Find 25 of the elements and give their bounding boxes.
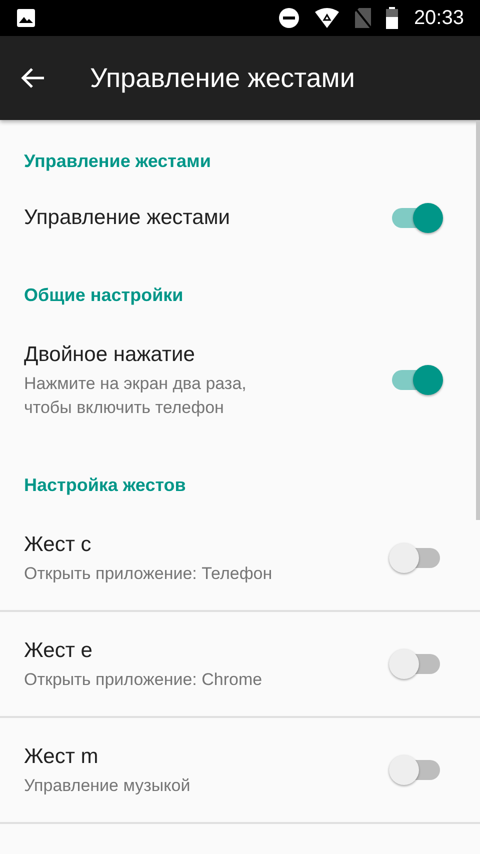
setting-title: Жест m: [24, 744, 100, 770]
no-sim-icon: [354, 7, 372, 29]
setting-title: Двойное нажатие: [24, 342, 196, 368]
screen-title: Управление жестами: [90, 62, 355, 94]
setting-summary: Управление музыкой: [24, 775, 192, 797]
section-header: Общие настройки: [23, 284, 184, 307]
status-time: 20:33: [414, 6, 464, 30]
do-not-disturb-icon: [278, 7, 300, 29]
setting-title: Управление жестами: [24, 205, 232, 231]
setting-row[interactable]: Управление жестами: [0, 182, 480, 254]
battery-icon: [386, 7, 398, 29]
setting-row[interactable]: Жест m Управление музыкой: [0, 718, 480, 824]
setting-row[interactable]: Жест c Открыть приложение: Телефон: [0, 506, 480, 612]
setting-summary: Открыть приложение: Телефон: [24, 563, 274, 585]
image-icon: [16, 8, 36, 28]
setting-summary: Открыть приложение: Chrome: [24, 669, 264, 691]
setting-row[interactable]: Двойное нажатие Нажмите на экран два раза, чтобы включить телефон: [0, 316, 480, 444]
setting-row[interactable]: Жест e Открыть приложение: Chrome: [0, 612, 480, 718]
setting-title: Жест c: [24, 532, 92, 558]
back-arrow-icon[interactable]: [20, 66, 46, 90]
section-header: Управление жестами: [23, 150, 212, 173]
wifi-icon: [314, 7, 340, 29]
section-header: Настройка жестов: [23, 474, 187, 497]
setting-title: Жест e: [24, 638, 94, 664]
setting-summary: Нажмите на экран два раза, чтобы включить телефон: [24, 373, 248, 419]
